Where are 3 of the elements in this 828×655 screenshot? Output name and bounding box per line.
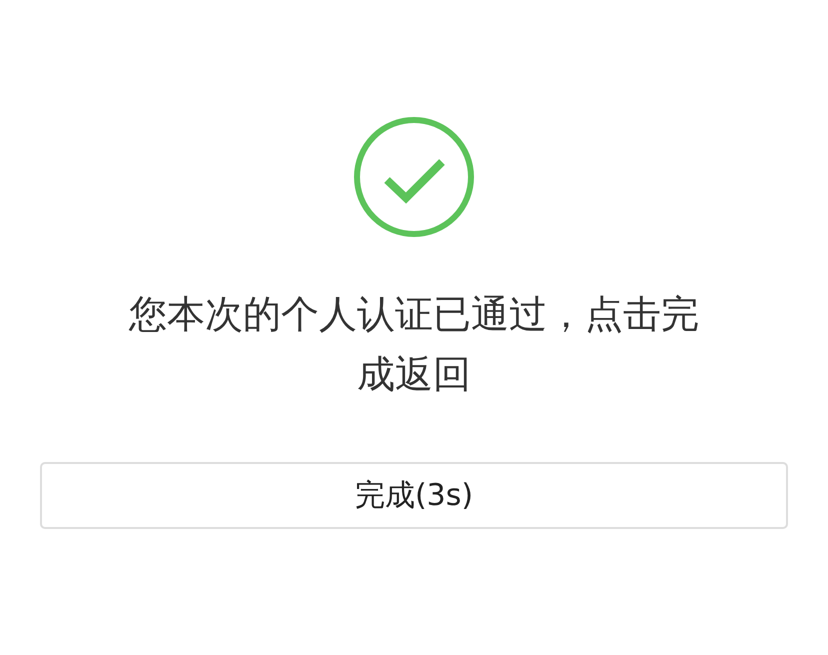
done-button[interactable]: 完成(3s) (40, 462, 788, 529)
success-check-icon (353, 116, 475, 238)
success-message: 您本次的个人认证已通过，点击完成返回 (129, 291, 699, 398)
